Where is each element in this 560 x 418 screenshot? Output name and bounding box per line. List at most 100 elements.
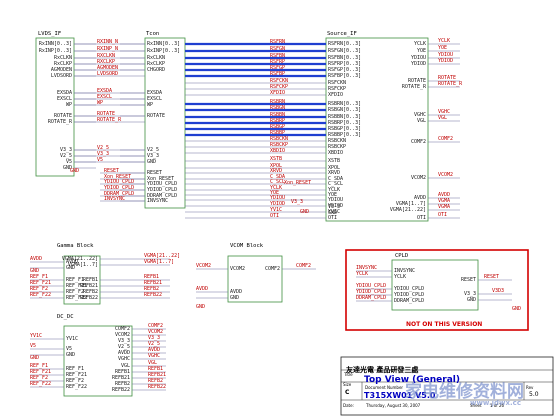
tcon-source-net: RSFBP [270, 71, 286, 77]
source-right-net: VCOM2 [438, 172, 454, 178]
tcon-source-net: XFDIO [270, 90, 286, 96]
tcon-pin: CHGORD [147, 67, 166, 73]
cpld-right-net: V3D3 [492, 288, 505, 294]
cpld-left-net: YCLK [356, 271, 369, 277]
tcon-pin: RxINP[0..3] [147, 48, 181, 54]
vcom-pin: GND [230, 295, 240, 301]
cpld-pin-right: GND [466, 297, 476, 303]
source-if-pin: RSFGN[0..3] [328, 48, 362, 54]
title-block-doc-label: Document Number [365, 385, 404, 390]
tcon-pin: RxINN[0..3] [147, 41, 181, 47]
source-if-pin: RSFBP[0..3] [328, 73, 362, 79]
source-if-pin-right: VGL [416, 118, 426, 124]
source-right-net: VGL [438, 115, 448, 121]
gnd-net: GND [30, 268, 40, 274]
vcom-net: COMF2 [296, 263, 312, 269]
source-left-net: Xon_RESET [284, 180, 312, 186]
gnd-net: GND [30, 355, 40, 361]
vcom-pin: VCOM2 [230, 266, 246, 272]
source-if-pin-lower: GND [328, 210, 338, 216]
tcon-source-net: RSFGN [270, 46, 286, 52]
lvds-tcon-net: RXINN_N [97, 39, 119, 45]
tcon-source-net: RSBGN [270, 105, 286, 111]
tcon-pin: WP [147, 102, 154, 108]
watermark-url: www.jdwx.cc [470, 399, 521, 407]
cpld-title: CPLD [395, 253, 409, 259]
source-if-pin: RSFRN[0..3] [328, 41, 362, 47]
gamma-title: Gamma Block [57, 243, 94, 249]
tcon-title: Tcon [146, 31, 160, 37]
dc-dc-pin-left: REF_F22 [66, 384, 88, 390]
title-block-date: Thursday, August 30, 2007 [366, 403, 421, 408]
tcon-source-net: RSFRN [270, 39, 286, 45]
tcon-source-net: XBDIO [270, 148, 286, 154]
dc-dc-pin-left: GND [66, 352, 76, 358]
schematic-sheet: LVDS_IF RxINN[0..3] RxINP[0..3] RxCLKN RxCLK… [0, 0, 560, 418]
vcom-net: VCOM2 [196, 263, 212, 269]
dc-dc-left-net: V5 [30, 343, 37, 349]
tcon-left-net: INVSYNC [104, 196, 126, 202]
cpld-left-net: DDRAM_CPLD [356, 295, 387, 301]
lvds-tcon-net: WP [97, 100, 104, 106]
lvds-tcon-net: V5 [97, 157, 104, 163]
lvds-tcon-net: RXINP_N [97, 46, 119, 52]
cpld-pin-left: DDRAM_CPLD [394, 298, 425, 304]
dc-dc-pin-right: REFB22 [111, 387, 130, 393]
cpld-pin-right: RESET [460, 277, 476, 283]
cpld-right-net: RESET [484, 274, 500, 280]
lvds-if-pin: RxINP[0..3] [38, 48, 72, 54]
dc-dc-pin-left: YV1C [66, 336, 79, 342]
gnd-net: GND [300, 209, 310, 215]
dc-dc-title: DC_DC [57, 314, 74, 320]
title-block-company: 友達光電 產品研發三處 [346, 365, 419, 374]
source-if-pin-right: VGMA[21..22] [389, 207, 426, 213]
source-right-net: YDIOD [438, 58, 454, 64]
title-block-size: C [345, 389, 350, 396]
tcon-source-net: XSTB [270, 156, 283, 162]
title-block-size-label: Size [343, 382, 352, 387]
tcon-source-net: OTI [270, 213, 280, 219]
source-if-pin: XSTB [328, 158, 341, 164]
source-right-net: YOE [438, 45, 448, 51]
gamma-pin-right: VGMA[1..7] [67, 262, 98, 268]
source-if-pin: XBDIO [328, 150, 344, 156]
cpld-pin-left: YCLK [394, 274, 407, 280]
dc-dc-pin-right: VGHC [117, 356, 130, 362]
source-if-pin-right: YDIOD [410, 61, 426, 67]
gamma-right-net: REFB22 [144, 292, 163, 298]
source-if-pin-right: YOE [416, 48, 426, 54]
gnd-net: GND [196, 304, 206, 310]
source-right-net: VGMA [438, 204, 451, 210]
tcon-pin: INVSYNC [147, 198, 169, 204]
title-block-rev: 5.0 [529, 391, 539, 398]
source-right-net: ROTATE_R [438, 81, 463, 87]
source-if-pin-right: OTI [416, 215, 426, 221]
gamma-pin-right: REFB22 [79, 295, 98, 301]
source-if-pin-right: VCOM2 [410, 175, 426, 181]
gamma-left-net: AVDD [30, 256, 43, 262]
dc-dc-right-net: REFB22 [148, 384, 167, 390]
title-block-title-label: Title [344, 372, 353, 377]
lvds-if-pin: RxINN[0..3] [38, 41, 72, 47]
source-if-pin: XFDIO [328, 92, 344, 98]
dc-dc-left-net: REF_F22 [30, 381, 52, 387]
gamma-left-net: REF_F22 [30, 292, 52, 298]
tcon-pin: ROTATE [147, 113, 166, 119]
source-if-pin-right: YCLK [413, 41, 426, 47]
title-block-date-label: Date: [343, 403, 354, 408]
lvds-tcon-net: LVDSORD [97, 71, 119, 77]
lvds-if-pin: WP [65, 102, 72, 108]
lvds-if-pin: LVDSORD [50, 73, 72, 79]
source-if-pin: RSBGN[0..3] [328, 107, 362, 113]
title-block-rev-label: Rev [526, 385, 534, 390]
source-right-net: OTI [438, 212, 448, 218]
source-if-pin-right: COMF2 [410, 139, 426, 145]
source-if-pin-right: ROTATE_R [401, 84, 426, 90]
tcon-pin: GND [147, 159, 157, 165]
dc-dc-right-net: VGHC [148, 353, 161, 359]
lvds-tcon-net: ROTATE_R [97, 117, 122, 123]
gamma-right-net: VGMA[1..7] [144, 259, 175, 265]
source-if-title: Source_IF [327, 31, 357, 37]
gnd-net: GND [512, 306, 522, 312]
gnd-net: GND [70, 168, 80, 174]
